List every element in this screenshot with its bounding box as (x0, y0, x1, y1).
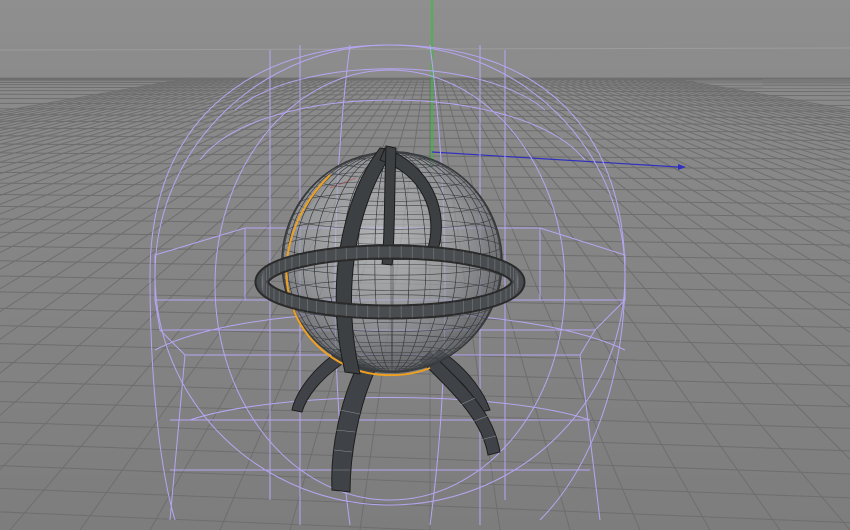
grid-line (0, 84, 850, 86)
3d-viewport[interactable] (0, 0, 850, 530)
viewport-canvas[interactable] (0, 0, 850, 530)
